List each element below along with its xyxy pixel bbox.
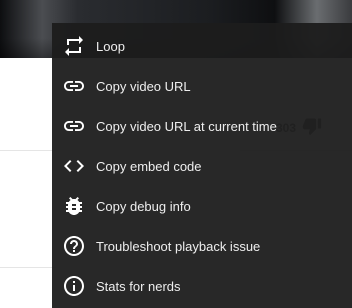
divider	[0, 150, 56, 151]
info-circle-icon	[62, 274, 86, 298]
menu-item-label: Copy embed code	[96, 158, 202, 174]
menu-item-label: Copy video URL at current time	[96, 118, 277, 134]
menu-item-copy-video-url-at-time[interactable]: Copy video URL at current time	[52, 106, 352, 146]
menu-item-copy-debug-info[interactable]: Copy debug info	[52, 186, 352, 226]
bug-icon	[62, 194, 86, 218]
player-context-menu: Loop Copy video URL Copy video URL at cu…	[52, 23, 352, 308]
link-icon	[62, 114, 86, 138]
menu-item-label: Copy debug info	[96, 198, 191, 214]
menu-item-copy-embed-code[interactable]: Copy embed code	[52, 146, 352, 186]
menu-item-label: Loop	[96, 38, 125, 54]
help-circle-icon	[62, 234, 86, 258]
menu-item-troubleshoot-playback[interactable]: Troubleshoot playback issue	[52, 226, 352, 266]
menu-item-label: Copy video URL	[96, 78, 191, 94]
link-icon	[62, 74, 86, 98]
divider	[0, 267, 56, 268]
menu-item-label: Troubleshoot playback issue	[96, 238, 261, 254]
menu-item-stats-for-nerds[interactable]: Stats for nerds	[52, 266, 352, 306]
loop-icon	[62, 34, 86, 58]
code-icon	[62, 154, 86, 178]
menu-item-label: Stats for nerds	[96, 278, 181, 294]
menu-item-copy-video-url[interactable]: Copy video URL	[52, 66, 352, 106]
menu-item-loop[interactable]: Loop	[52, 26, 352, 66]
